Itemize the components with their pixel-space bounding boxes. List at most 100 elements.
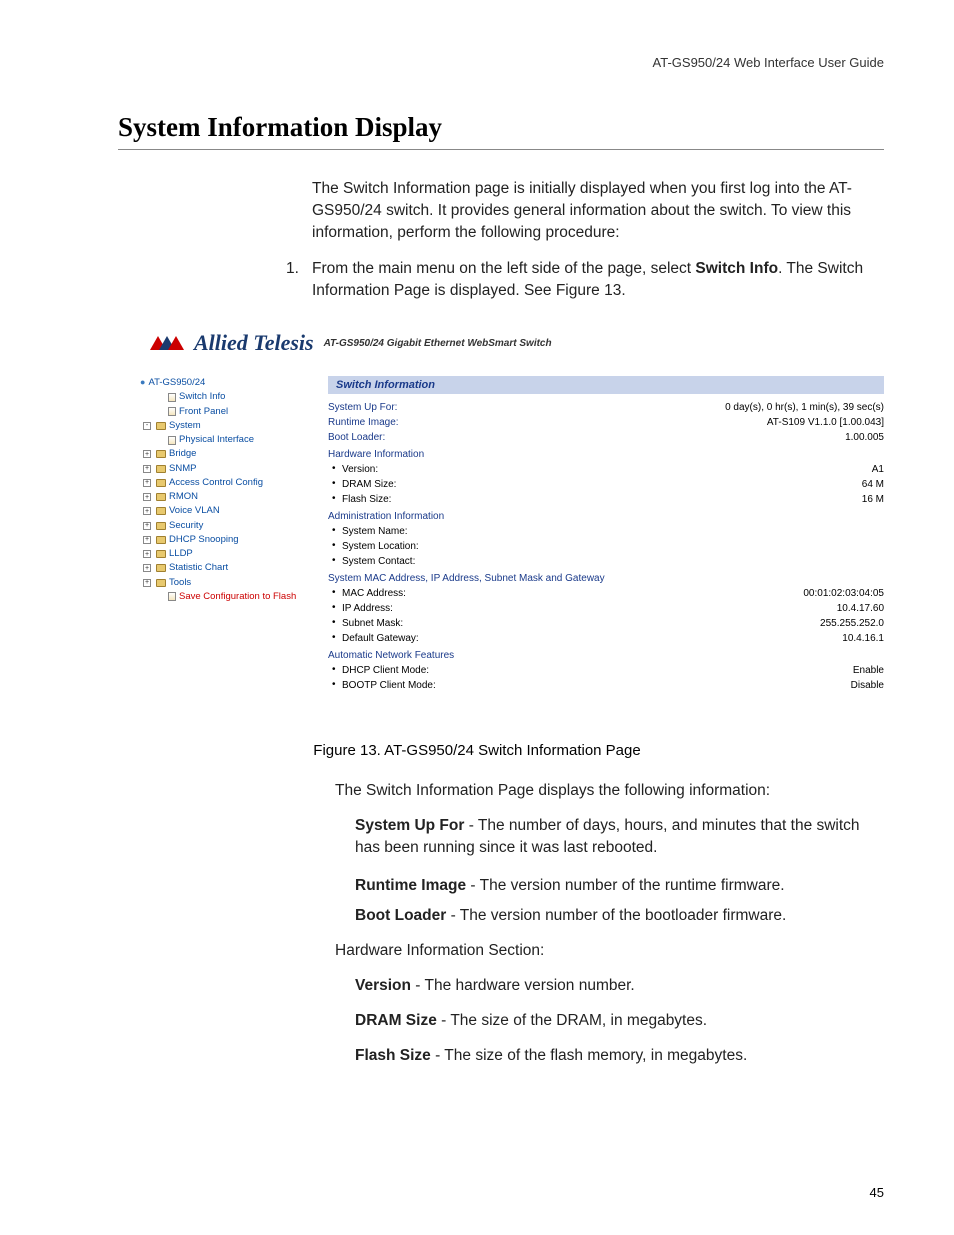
intro-paragraph: The Switch Information page is initially…	[312, 178, 884, 244]
nav-root-label: AT-GS950/24	[148, 376, 205, 390]
info-label: BOOTP Client Mode:	[342, 680, 436, 691]
folder-icon	[156, 550, 166, 558]
nav-item[interactable]: + LLDP	[140, 547, 310, 561]
info-value: Disable	[851, 680, 884, 691]
info-row: Subnet Mask:255.255.252.0	[328, 616, 884, 631]
expander-icon[interactable]: +	[143, 564, 151, 572]
info-value: 10.4.16.1	[842, 633, 884, 644]
def-dram-size: DRAM Size - The size of the DRAM, in meg…	[355, 1010, 884, 1032]
def-term: Flash Size	[355, 1047, 431, 1064]
nav-tree: AT-GS950/24 Switch InfoFront Panel-Syste…	[140, 376, 310, 693]
info-label: IP Address:	[342, 603, 393, 614]
expander-icon[interactable]: +	[143, 536, 151, 544]
expander-icon[interactable]: -	[143, 422, 151, 430]
info-value: 1.00.005	[845, 432, 884, 443]
nav-item[interactable]: + RMON	[140, 490, 310, 504]
expander-icon[interactable]: +	[143, 450, 151, 458]
nav-label: Voice VLAN	[169, 504, 220, 518]
expander-icon[interactable]: +	[143, 579, 151, 587]
embedded-screenshot: Allied Telesis AT-GS950/24 Gigabit Ether…	[140, 330, 884, 693]
page-number: 45	[870, 1185, 884, 1200]
def-version: Version - The hardware version number.	[355, 975, 884, 997]
folder-icon	[156, 579, 166, 587]
def-term: Boot Loader	[355, 907, 446, 924]
info-row: System Up For:0 day(s), 0 hr(s), 1 min(s…	[328, 400, 884, 415]
nav-root[interactable]: AT-GS950/24	[140, 376, 310, 390]
nav-label: Security	[169, 519, 203, 533]
page-header: AT-GS950/24 Web Interface User Guide	[653, 55, 884, 70]
nav-item[interactable]: +Bridge	[140, 447, 310, 461]
step-text-bold: Switch Info	[695, 260, 778, 277]
expander-icon[interactable]: +	[143, 507, 151, 515]
expander-icon[interactable]: +	[143, 522, 151, 530]
brand-subtitle: AT-GS950/24 Gigabit Ethernet WebSmart Sw…	[324, 338, 552, 349]
folder-icon	[156, 422, 166, 430]
page-icon	[168, 407, 176, 416]
def-term: Runtime Image	[355, 877, 466, 894]
info-label: System Name:	[342, 526, 408, 537]
info-row: Flash Size:16 M	[328, 492, 884, 507]
nav-label: Statistic Chart	[169, 561, 228, 575]
info-label: DRAM Size:	[342, 479, 396, 490]
info-label: Flash Size:	[342, 494, 391, 505]
expander-icon[interactable]: +	[143, 550, 151, 558]
nav-item[interactable]: + Tools	[140, 576, 310, 590]
expander-icon[interactable]: +	[143, 465, 151, 473]
brand-name: Allied Telesis	[194, 330, 314, 356]
nav-label: Front Panel	[179, 405, 228, 419]
step-1: 1. From the main menu on the left side o…	[312, 258, 884, 302]
nav-label: Tools	[169, 576, 191, 590]
nav-item[interactable]: +SNMP	[140, 462, 310, 476]
admin-section-label: Administration Information	[328, 509, 444, 522]
nav-item[interactable]: + Security	[140, 519, 310, 533]
info-value: 00:01:02:03:04:05	[803, 588, 884, 599]
brand-header: Allied Telesis AT-GS950/24 Gigabit Ether…	[140, 330, 884, 356]
nav-label: RMON	[169, 490, 198, 504]
nav-item[interactable]: Physical Interface	[140, 433, 310, 447]
def-desc: - The hardware version number.	[411, 977, 635, 994]
info-row: Boot Loader:1.00.005	[328, 430, 884, 445]
nav-item[interactable]: Front Panel	[140, 405, 310, 419]
def-desc: - The version number of the bootloader f…	[446, 907, 786, 924]
hw-section-heading: Hardware Information Section:	[335, 940, 884, 962]
info-value: 255.255.252.0	[820, 618, 884, 629]
info-value: A1	[872, 464, 884, 475]
nav-item[interactable]: + DHCP Snooping	[140, 533, 310, 547]
page-icon	[168, 592, 176, 601]
nav-item[interactable]: Switch Info	[140, 390, 310, 404]
info-row: DHCP Client Mode: Enable	[328, 663, 884, 678]
info-value: AT-S109 V1.1.0 [1.00.043]	[767, 417, 884, 428]
info-label: System Contact:	[342, 556, 415, 567]
step-number: 1.	[286, 258, 299, 280]
page-icon	[168, 393, 176, 402]
folder-icon	[156, 450, 166, 458]
info-value: Enable	[853, 665, 884, 676]
nav-label: DHCP Snooping	[169, 533, 239, 547]
info-row: System Name:	[328, 524, 884, 539]
nav-label: Physical Interface	[179, 433, 254, 447]
net-section-label: System MAC Address, IP Address, Subnet M…	[328, 571, 605, 584]
info-row: System Contact:	[328, 554, 884, 569]
info-value: 10.4.17.60	[837, 603, 884, 614]
info-value: 64 M	[862, 479, 884, 490]
folder-icon	[156, 564, 166, 572]
info-row: System Location:	[328, 539, 884, 554]
def-flash-size: Flash Size - The size of the flash memor…	[355, 1045, 884, 1067]
info-row: IP Address: 10.4.17.60	[328, 601, 884, 616]
nav-item[interactable]: +Access Control Config	[140, 476, 310, 490]
nav-item[interactable]: + Voice VLAN	[140, 504, 310, 518]
info-label: DHCP Client Mode:	[342, 665, 429, 676]
info-label: MAC Address:	[342, 588, 406, 599]
nav-item[interactable]: + Statistic Chart	[140, 561, 310, 575]
def-term: System Up For	[355, 817, 464, 834]
expander-icon[interactable]: +	[143, 493, 151, 501]
folder-icon	[156, 493, 166, 501]
info-label: System Location:	[342, 541, 419, 552]
nav-label: LLDP	[169, 547, 193, 561]
panel-title: Switch Information	[328, 376, 884, 394]
nav-label: Switch Info	[179, 390, 225, 404]
folder-icon	[156, 507, 166, 515]
nav-item[interactable]: Save Configuration to Flash	[140, 590, 310, 604]
expander-icon[interactable]: +	[143, 479, 151, 487]
nav-item[interactable]: -System	[140, 419, 310, 433]
